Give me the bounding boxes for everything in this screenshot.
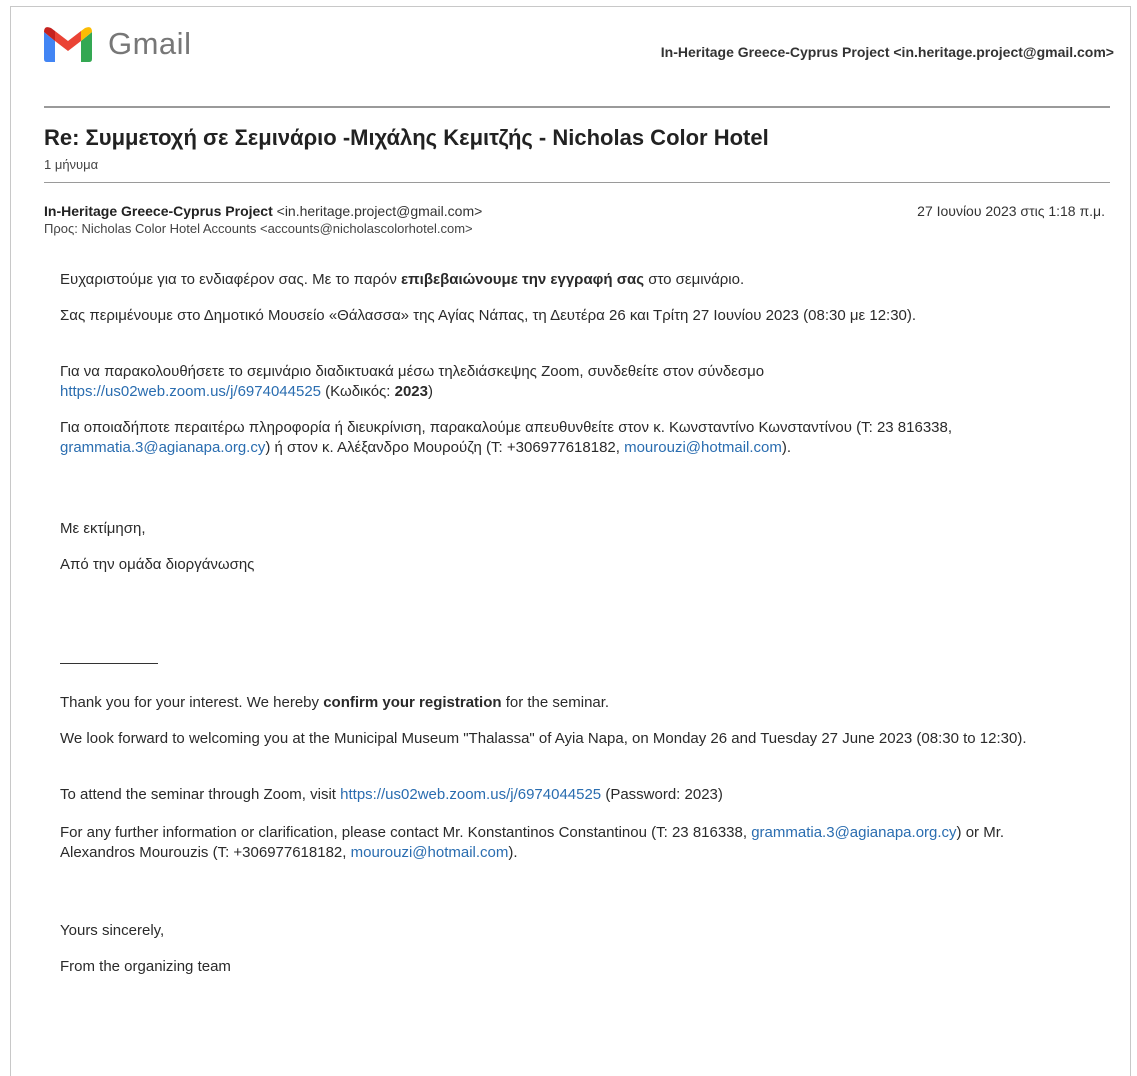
gmail-header: Gmail In-Heritage Greece-Cyprus Project … — [44, 22, 1114, 72]
english-zoom-link[interactable]: https://us02web.zoom.us/j/6974044525 — [340, 786, 601, 803]
greek-email-link-1[interactable]: grammatia.3@agianapa.org.cy — [60, 439, 265, 456]
greek-closing-2: Από την ομάδα διοργάνωσης — [60, 556, 255, 573]
greek-zoom-link[interactable]: https://us02web.zoom.us/j/6974044525 — [60, 383, 321, 400]
gmail-logo-text: Gmail — [108, 26, 192, 61]
email-date: 27 Ιουνίου 2023 στις 1:18 π.μ. — [917, 203, 1105, 219]
greek-paragraph-1: Ευχαριστούμε για το ενδιαφέρον σας. Με τ… — [60, 271, 745, 288]
greek-paragraph-3: Για να παρακολουθήσετε το σεμινάριο διαδ… — [60, 363, 765, 400]
gmail-logo-icon — [44, 27, 92, 62]
english-paragraph-1: Thank you for your interest. We hereby c… — [60, 694, 610, 711]
account-name: In-Heritage Greece-Cyprus Project <in.he… — [660, 44, 1114, 60]
email-subject: Re: Συμμετοχή σε Σεμινάριο -Μιχάλης Κεμι… — [44, 125, 769, 150]
english-closing-1: Yours sincerely, — [60, 922, 165, 939]
english-email-link-1[interactable]: grammatia.3@agianapa.org.cy — [751, 824, 956, 841]
page-frame — [10, 6, 1131, 1076]
english-paragraph-2: We look forward to welcoming you at the … — [60, 730, 1027, 747]
sender-name: In-Heritage Greece-Cyprus Project — [44, 203, 273, 219]
greek-paragraph-4: Για οποιαδήποτε περαιτέρω πληροφορία ή δ… — [60, 419, 953, 456]
language-separator — [60, 663, 158, 664]
sender-address: <in.heritage.project@gmail.com> — [276, 203, 483, 219]
greek-paragraph-2: Σας περιμένουμε στο Δημοτικό Μουσείο «Θά… — [60, 307, 917, 324]
subject-divider — [44, 182, 1110, 183]
english-email-link-2[interactable]: mourouzi@hotmail.com — [351, 844, 509, 861]
english-closing-2: From the organizing team — [60, 958, 231, 975]
english-paragraph-3: To attend the seminar through Zoom, visi… — [60, 786, 723, 803]
greek-email-link-2[interactable]: mourouzi@hotmail.com — [624, 439, 782, 456]
recipient-line: Προς: Nicholas Color Hotel Accounts <acc… — [44, 221, 473, 236]
english-paragraph-4: For any further information or clarifica… — [60, 824, 1005, 861]
message-count: 1 μήνυμα — [44, 157, 99, 172]
greek-closing-1: Με εκτίμηση, — [60, 520, 146, 537]
sender-line: In-Heritage Greece-Cyprus Project <in.he… — [44, 203, 482, 219]
header-divider — [44, 106, 1110, 108]
